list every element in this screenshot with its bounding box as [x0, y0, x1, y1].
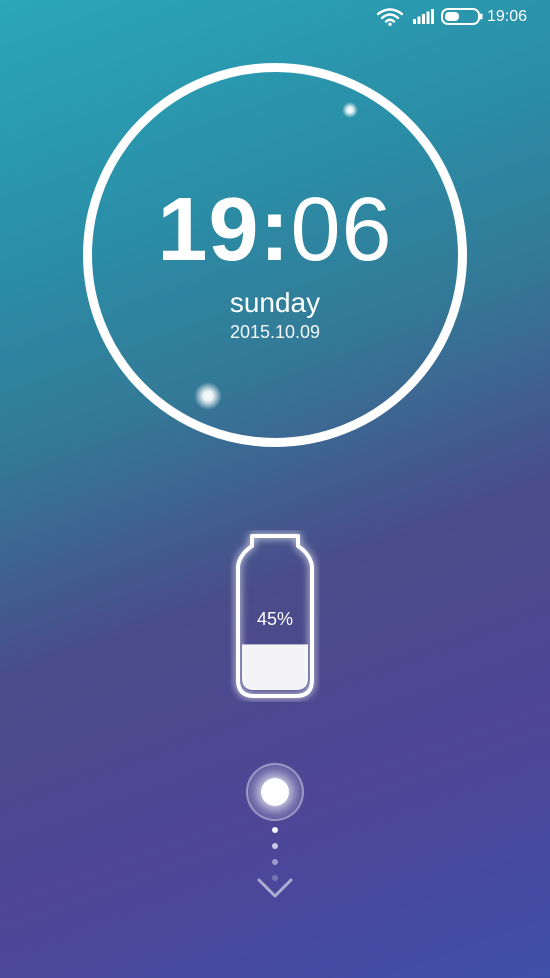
unlock-handle-core[interactable]	[261, 778, 289, 806]
clock-hours: 19	[157, 180, 260, 280]
swipe-hint-dot	[272, 827, 278, 833]
swipe-hint-dot	[272, 843, 278, 849]
chevron-down-icon	[257, 878, 293, 898]
clock-separator: :	[259, 180, 291, 280]
clock-time: 19:06	[0, 180, 550, 280]
battery-fill	[242, 644, 308, 690]
battery-icon	[441, 8, 483, 25]
clock-minutes: 06	[290, 180, 393, 280]
unlock-handle[interactable]	[246, 763, 304, 821]
status-time: 19:06	[487, 8, 528, 25]
clock-date: 2015.10.09	[229, 322, 321, 342]
battery-percent: 45%	[256, 609, 294, 629]
clock-day: sunday	[229, 287, 321, 318]
sparkle	[194, 382, 222, 410]
status-bar: 19:06	[0, 0, 550, 34]
wifi-icon	[377, 8, 403, 26]
swipe-hint-dot	[272, 859, 278, 865]
signal-icon	[413, 9, 434, 24]
sparkle	[342, 102, 358, 118]
